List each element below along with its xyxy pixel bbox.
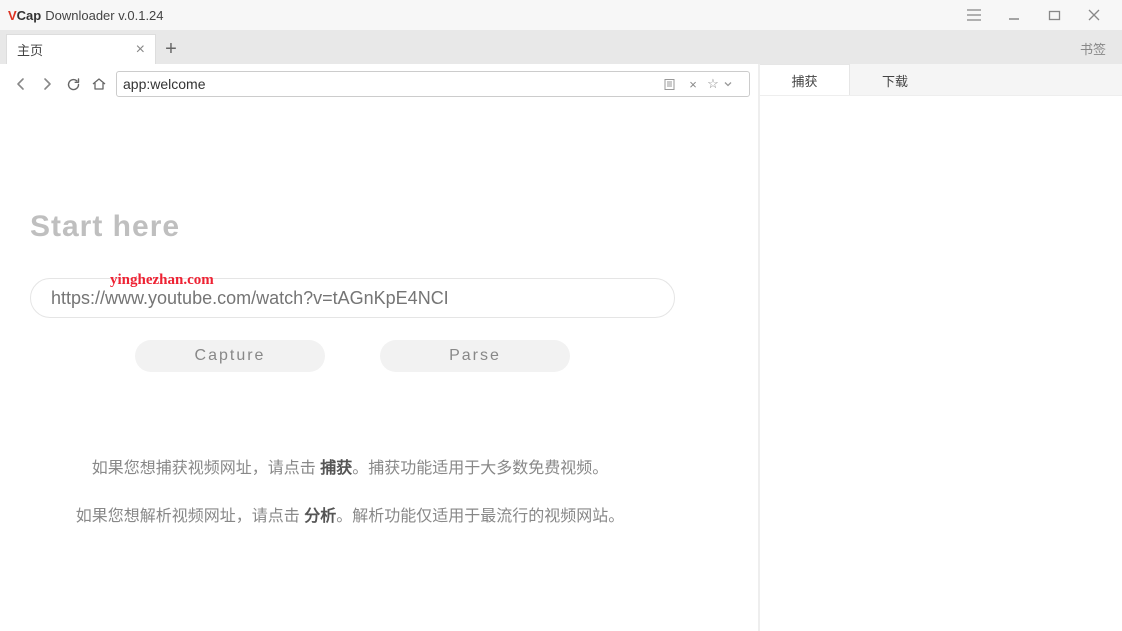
home-button[interactable]: [86, 71, 112, 97]
help-text: 如果您想捕获视频网址，请点击 捕获。捕获功能适用于大多数免费视频。 如果您想解析…: [30, 452, 670, 533]
close-button[interactable]: [1074, 0, 1114, 30]
capture-button[interactable]: Capture: [135, 340, 325, 372]
tab-label: 主页: [17, 40, 43, 59]
app-title: Downloader v.0.1.24: [45, 8, 163, 23]
url-text: app:welcome: [123, 76, 663, 92]
side-panel: 捕获 下载: [760, 64, 1122, 631]
maximize-button[interactable]: [1034, 0, 1074, 30]
new-tab-button[interactable]: +: [156, 34, 186, 64]
navbar: app:welcome × ☆: [0, 64, 758, 100]
forward-button[interactable]: [34, 71, 60, 97]
side-tab-capture[interactable]: 捕获: [760, 64, 850, 96]
video-url-input[interactable]: [30, 278, 675, 318]
dropdown-icon[interactable]: [723, 79, 743, 89]
tab-close-icon[interactable]: ×: [136, 41, 145, 59]
titlebar: VCap Downloader v.0.1.24: [0, 0, 1122, 30]
tab-home[interactable]: 主页 ×: [6, 34, 156, 64]
reload-button[interactable]: [60, 71, 86, 97]
clear-url-icon[interactable]: ×: [683, 77, 703, 92]
address-bar[interactable]: app:welcome × ☆: [116, 71, 750, 97]
reader-icon[interactable]: [663, 78, 683, 91]
app-logo: VCap: [8, 8, 41, 23]
side-panel-body: [760, 95, 1122, 631]
parse-button[interactable]: Parse: [380, 340, 570, 372]
bookmark-icon[interactable]: ☆: [703, 76, 723, 92]
side-tab-download[interactable]: 下载: [850, 64, 940, 96]
minimize-button[interactable]: [994, 0, 1034, 30]
welcome-page: Start here yinghezhan.com Capture Parse …: [0, 100, 758, 631]
bookmarks-link[interactable]: 书签: [1080, 39, 1116, 64]
page-title: Start here: [30, 210, 728, 244]
browser-pane: app:welcome × ☆ Start here yinghezhan.co…: [0, 64, 760, 631]
menu-icon[interactable]: [954, 0, 994, 30]
tabbar: 主页 × + 书签: [0, 30, 1122, 64]
back-button[interactable]: [8, 71, 34, 97]
